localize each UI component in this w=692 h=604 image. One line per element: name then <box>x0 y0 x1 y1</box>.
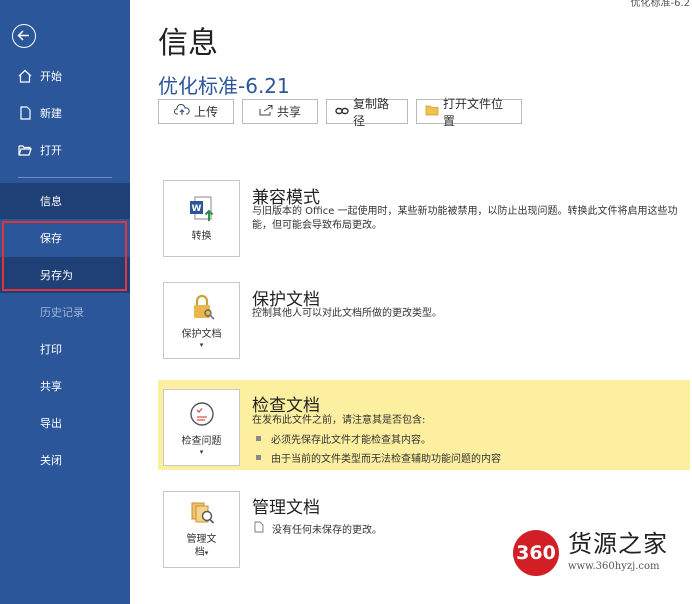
word-convert-icon: W <box>187 195 217 226</box>
sidebar-item-info[interactable]: 信息 <box>0 183 130 219</box>
sidebar-item-label: 打开 <box>40 144 62 157</box>
manage-document-button[interactable]: 管理文 档▾ <box>163 491 240 568</box>
manage-document-label-line2: 档 <box>194 546 205 558</box>
page-title: 信息 <box>158 26 218 61</box>
window-title-fragment: 优化标准-6.2 <box>630 0 690 9</box>
document-name: 优化标准-6.21 <box>158 74 290 98</box>
compat-mode-description: 与旧版本的 Office 一起使用时，某些新功能被禁用，以防止出现问题。转换此文… <box>252 206 678 231</box>
inspect-bullet-text: 必须先保存此文件才能检查其内容。 <box>271 435 431 446</box>
manage-document-label: 管理文 档▾ <box>187 533 217 560</box>
sidebar-item-new[interactable]: 新建 <box>0 95 130 131</box>
manage-document-description: 没有任何未保存的更改。 <box>272 525 382 536</box>
inspect-bullet-item: 由于当前的文件类型而无法检查辅助功能问题的内容 <box>256 450 501 465</box>
sidebar-item-share[interactable]: 共享 <box>0 368 130 404</box>
open-file-location-button[interactable]: 打开文件位置 <box>416 97 522 128</box>
file-actions-toolbar: 上传 共享 复制路径 打开文件位置 <box>158 97 522 128</box>
protect-document-label: 保护文档 <box>181 328 222 340</box>
upload-button[interactable]: 上传 <box>158 99 234 124</box>
dropdown-arrow-icon: ▾ <box>199 340 204 349</box>
sidebar-item-label: 信息 <box>40 195 62 208</box>
home-icon <box>18 69 32 83</box>
bullet-square-icon <box>256 455 261 460</box>
sidebar-item-label: 历史记录 <box>40 306 84 319</box>
folder-open-icon <box>18 143 32 157</box>
sidebar-item-close[interactable]: 关闭 <box>0 442 130 478</box>
convert-button[interactable]: W 转换 <box>163 180 240 257</box>
manage-document-icon <box>188 500 216 529</box>
sidebar-item-home[interactable]: 开始 <box>0 58 130 94</box>
dropdown-arrow-icon: ▾ <box>204 548 209 557</box>
folder-icon <box>425 105 439 119</box>
cloud-upload-icon <box>174 104 190 119</box>
sidebar-item-export[interactable]: 导出 <box>0 405 130 441</box>
back-arrow-icon[interactable] <box>12 24 36 48</box>
sidebar-item-label: 打印 <box>40 343 62 356</box>
backstage-sidebar: 开始 新建 打开 信息 保存 另存为 历史记录 打印 共享 导出 关闭 <box>0 0 130 604</box>
new-document-icon <box>18 106 32 120</box>
manage-document-label-line1: 管理文 <box>186 533 217 545</box>
protect-document-button[interactable]: 保护文档 ▾ <box>163 282 240 359</box>
sidebar-item-label: 开始 <box>40 70 62 83</box>
open-location-label: 打开文件位置 <box>443 96 504 128</box>
info-panel: 优化标准-6.2 信息 优化标准-6.21 上传 共享 复制路径 打开文件位置 <box>130 0 692 604</box>
share-label: 共享 <box>276 105 301 119</box>
sidebar-item-history[interactable]: 历史记录 <box>0 294 130 330</box>
manage-document-status: 没有任何未保存的更改。 <box>254 521 382 536</box>
sidebar-item-label: 关闭 <box>40 454 62 467</box>
convert-label: 转换 <box>191 230 212 242</box>
check-for-issues-button[interactable]: 检查问题 ▾ <box>163 389 240 466</box>
watermark-title: 货源之家 <box>568 530 668 558</box>
svg-text:W: W <box>191 204 201 214</box>
link-icon <box>335 105 349 119</box>
share-button[interactable]: 共享 <box>242 99 318 124</box>
copy-path-label: 复制路径 <box>353 96 390 128</box>
manage-document-title: 管理文档 <box>252 498 320 518</box>
dropdown-arrow-icon: ▾ <box>199 447 204 456</box>
inspect-document-description: 在发布此文件之前，请注意其是否包含: <box>252 415 426 426</box>
protect-document-description: 控制其他人可以对此文档所做的更改类型。 <box>252 308 442 319</box>
watermark-url: www.360hyzj.com <box>568 561 660 572</box>
inspect-document-title: 检查文档 <box>252 396 320 416</box>
copy-path-button[interactable]: 复制路径 <box>326 97 408 128</box>
watermark-badge: 360 <box>513 530 559 576</box>
lock-key-icon <box>188 293 216 324</box>
sidebar-divider <box>18 177 112 178</box>
document-small-icon <box>254 521 264 536</box>
inspect-bullet-item: 必须先保存此文件才能检查其内容。 <box>256 431 431 446</box>
sidebar-item-label: 共享 <box>40 380 62 393</box>
share-icon <box>259 104 273 119</box>
site-watermark: 360 货源之家 www.360hyzj.com <box>510 518 692 584</box>
sidebar-item-open[interactable]: 打开 <box>0 132 130 168</box>
sidebar-item-label: 导出 <box>40 417 62 430</box>
sidebar-item-print[interactable]: 打印 <box>0 331 130 367</box>
inspect-bullet-text: 由于当前的文件类型而无法检查辅助功能问题的内容 <box>271 454 501 465</box>
check-for-issues-label: 检查问题 <box>181 435 222 447</box>
inspect-checklist-icon <box>188 400 216 431</box>
highlight-annotation-box <box>2 221 127 291</box>
upload-label: 上传 <box>193 105 218 119</box>
sidebar-item-label: 新建 <box>40 107 62 120</box>
bullet-square-icon <box>256 436 261 441</box>
